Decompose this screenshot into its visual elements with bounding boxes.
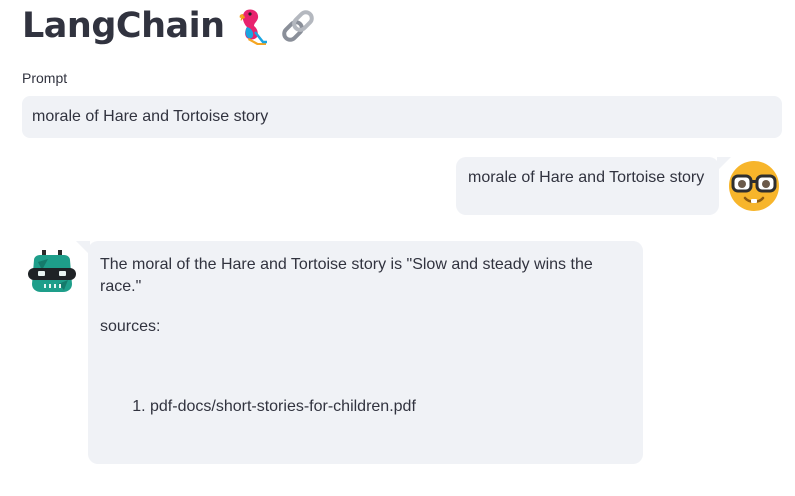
assistant-answer-text: The moral of the Hare and Tortoise story…	[100, 256, 593, 295]
user-message-text: morale of Hare and Tortoise story	[468, 169, 705, 186]
user-message-bubble: morale of Hare and Tortoise story	[456, 157, 731, 215]
nerd-face-emoji-icon	[728, 160, 780, 212]
parrot-icon	[233, 6, 271, 46]
prompt-label: Prompt	[22, 70, 68, 86]
title-row: LangChain	[22, 2, 317, 50]
sources-label: sources:	[100, 318, 161, 335]
chat-page: LangChain Prompt morale of Hare and Tort…	[0, 0, 795, 496]
prompt-input[interactable]	[22, 96, 782, 138]
link-icon	[279, 6, 317, 46]
source-item: pdf-docs/short-stories-for-children.pdf	[150, 396, 631, 418]
assistant-message-bubble: The moral of the Hare and Tortoise story…	[76, 241, 643, 464]
page-title: LangChain	[22, 6, 225, 46]
robot-avatar-icon	[28, 250, 76, 296]
sources-list: pdf-docs/short-stories-for-children.pdf	[100, 396, 631, 418]
